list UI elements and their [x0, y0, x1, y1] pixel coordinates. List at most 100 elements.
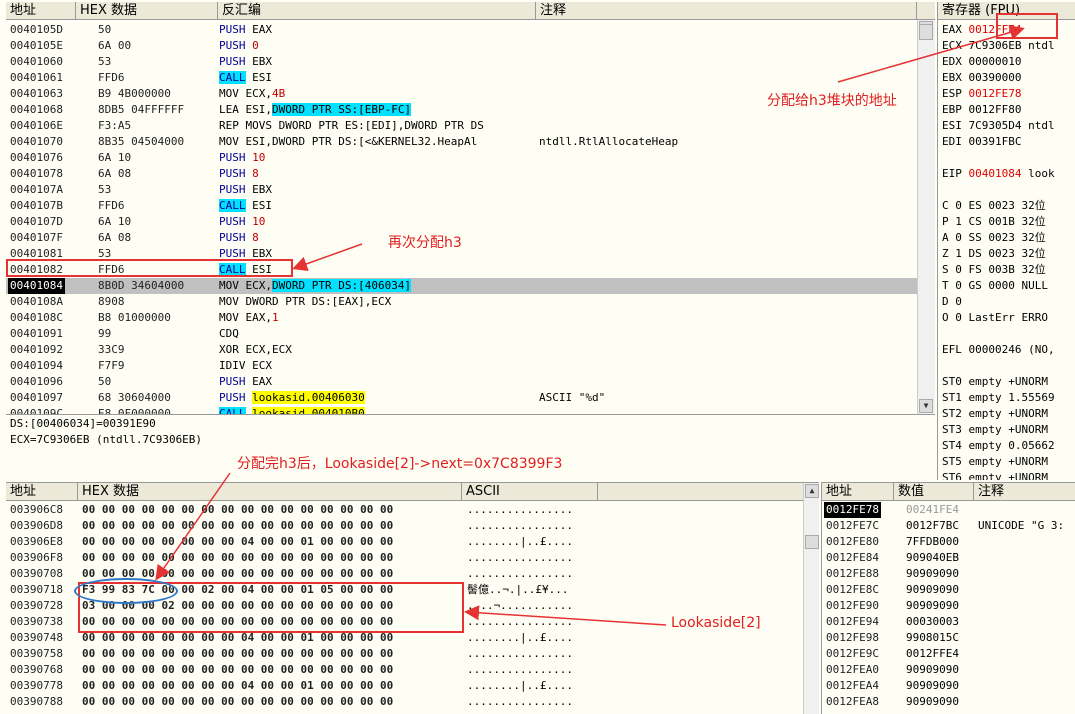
dump-col-hex[interactable]: HEX 数据	[78, 483, 462, 501]
register-line[interactable]: EIP 00401084 look	[942, 166, 1055, 182]
dump-scroll-thumb[interactable]	[805, 535, 819, 549]
disasm-instruction: PUSH 10	[219, 150, 537, 166]
dump-col-ascii[interactable]: ASCII	[462, 483, 598, 501]
register-line[interactable]: ST5 empty +UNORM	[942, 454, 1048, 470]
disasm-row[interactable]: 00401076 6A 10 PUSH 10	[6, 150, 917, 166]
register-line[interactable]: EDI 00391FBC	[942, 134, 1021, 150]
disasm-hex: 6A 10	[98, 215, 132, 228]
register-line[interactable]: C 0 ES 0023 32位	[942, 198, 1046, 214]
instruction-part: PUSH	[219, 375, 246, 388]
register-line[interactable]: D 0	[942, 294, 962, 310]
col-disasm-header[interactable]: 反汇编	[218, 2, 536, 20]
register-line[interactable]: A 0 SS 0023 32位	[942, 230, 1046, 246]
dump-row[interactable]: 003906D8 00 00 00 00 00 00 00 00 00 00 00…	[6, 518, 801, 534]
dump-row[interactable]: 00390778 00 00 00 00 00 00 00 00 04 00 00…	[6, 678, 801, 694]
register-line[interactable]: EBX 00390000	[942, 70, 1021, 86]
instruction-part: MOV ESI,DWORD PTR DS:[<&KERNEL32.HeapAl	[219, 135, 478, 148]
register-line[interactable]: ECX 7C9306EB ntdl	[942, 38, 1055, 54]
stack-row[interactable]: 0012FE8C 90909090	[822, 582, 1075, 598]
disasm-row[interactable]: 00401097 68 30604000 PUSH lookasid.0040603…	[6, 390, 917, 406]
register-line[interactable]: O 0 LastErr ERRO	[942, 310, 1048, 326]
disasm-row[interactable]: 0040107B FFD6 CALL ESI	[6, 198, 917, 214]
stack-row[interactable]: 0012FEA4 90909090	[822, 678, 1075, 694]
dump-scroll-up-icon[interactable]: ▲	[805, 484, 819, 498]
stack-row[interactable]: 0012FE80 7FFDB000	[822, 534, 1075, 550]
disasm-row[interactable]: 00401096 50 PUSH EAX	[6, 374, 917, 390]
register-name: O 0	[942, 311, 969, 324]
disasm-hex: 50	[98, 375, 112, 388]
disasm-row[interactable]: 0040108A 8908 MOV DWORD PTR DS:[EAX],ECX	[6, 294, 917, 310]
stack-row[interactable]: 0012FE78 00241FE4	[822, 502, 1075, 518]
register-name: EIP	[942, 167, 969, 180]
disasm-header: 地址 HEX 数据 反汇编 注释	[6, 2, 935, 20]
register-name: S 0	[942, 263, 969, 276]
disasm-row[interactable]: 0040107A 53 PUSH EBX	[6, 182, 917, 198]
disasm-scrollbar[interactable]: ▲ ▼	[917, 20, 935, 414]
dump-scrollbar[interactable]: ▲	[803, 483, 819, 714]
dump-row[interactable]: 00390758 00 00 00 00 00 00 00 00 00 00 00…	[6, 646, 801, 662]
dump-row[interactable]: 003906C8 00 00 00 00 00 00 00 00 00 00 00…	[6, 502, 801, 518]
dump-row[interactable]: 00390788 00 00 00 00 00 00 00 00 00 00 00…	[6, 694, 801, 710]
instruction-part: lookasid.00406030	[252, 391, 365, 404]
col-comment-header[interactable]: 注释	[536, 2, 917, 20]
scroll-down-icon[interactable]: ▼	[919, 399, 933, 413]
dump-address: 00390768	[10, 663, 63, 676]
dump-row[interactable]: 003906F8 00 00 00 00 00 00 00 00 00 00 00…	[6, 550, 801, 566]
stack-col-value[interactable]: 数值	[894, 483, 974, 501]
disasm-row[interactable]: 00401078 6A 08 PUSH 8	[6, 166, 917, 182]
register-line[interactable]: EBP 0012FF80	[942, 102, 1021, 118]
instruction-part: MOV EAX,	[219, 311, 272, 324]
stack-row[interactable]: 0012FE88 90909090	[822, 566, 1075, 582]
scroll-thumb[interactable]	[919, 24, 933, 40]
disasm-row[interactable]: 00401070 8B35 04504000 MOV ESI,DWORD PTR D…	[6, 134, 917, 150]
disasm-row[interactable]: 0040109C E8 0F000000 CALL lookasid.004010B…	[6, 406, 917, 414]
register-line[interactable]: ST4 empty 0.05662	[942, 438, 1055, 454]
col-address-header[interactable]: 地址	[6, 2, 76, 20]
disasm-row[interactable]: 00401061 FFD6 CALL ESI	[6, 70, 917, 86]
disasm-row[interactable]: 00401092 33C9 XOR ECX,ECX	[6, 342, 917, 358]
disasm-row[interactable]: 0040108C B8 01000000 MOV EAX,1	[6, 310, 917, 326]
register-line[interactable]: EDX 00000010	[942, 54, 1021, 70]
stack-row[interactable]: 0012FE98 9908015C	[822, 630, 1075, 646]
disasm-panel: 地址 HEX 数据 反汇编 注释 0040105D 50 PUSH EAX 00401…	[6, 2, 935, 414]
stack-row[interactable]: 0012FEA0 90909090	[822, 662, 1075, 678]
register-line[interactable]: Z 1 DS 0023 32位	[942, 246, 1046, 262]
stack-row[interactable]: 0012FE94 00030003	[822, 614, 1075, 630]
register-line[interactable]: ST2 empty +UNORM	[942, 406, 1048, 422]
disasm-instruction: PUSH EAX	[219, 22, 537, 38]
disasm-row[interactable]: 0040107D 6A 10 PUSH 10	[6, 214, 917, 230]
register-line[interactable]: ST0 empty +UNORM	[942, 374, 1048, 390]
col-hex-header[interactable]: HEX 数据	[76, 2, 218, 20]
disasm-row[interactable]: 00401060 53 PUSH EBX	[6, 54, 917, 70]
stack-row[interactable]: 0012FEA8 90909090	[822, 694, 1075, 710]
register-line[interactable]: S 0 FS 003B 32位	[942, 262, 1046, 278]
disasm-row[interactable]: 0040105D 50 PUSH EAX	[6, 22, 917, 38]
stack-row[interactable]: 0012FE84 909040EB	[822, 550, 1075, 566]
dump-address: 00390758	[10, 647, 63, 660]
register-line[interactable]: ST6 empty +UNORM	[942, 470, 1048, 480]
disasm-hex: FFD6	[98, 199, 125, 212]
dump-row[interactable]: 003906E8 00 00 00 00 00 00 00 00 04 00 00…	[6, 534, 801, 550]
register-name: ST5	[942, 455, 969, 468]
stack-row[interactable]: 0012FE7C 0012F7BC UNICODE "G 3:	[822, 518, 1075, 534]
stack-row[interactable]: 0012FE9C 0012FFE4	[822, 646, 1075, 662]
disasm-row[interactable]: 0040105E 6A 00 PUSH 0	[6, 38, 917, 54]
stack-col-address[interactable]: 地址	[822, 483, 894, 501]
disasm-row[interactable]: 00401091 99 CDQ	[6, 326, 917, 342]
instruction-part: DWORD PTR SS:[EBP-FC]	[271, 103, 412, 116]
disasm-row[interactable]: 0040106E F3:A5 REP MOVS DWORD PTR ES:[EDI]…	[6, 118, 917, 134]
register-line[interactable]: ESP 0012FE78	[942, 86, 1021, 102]
dump-col-address[interactable]: 地址	[6, 483, 78, 501]
stack-col-comment[interactable]: 注释	[974, 483, 1075, 501]
disasm-instruction: CALL ESI	[219, 70, 537, 86]
dump-row[interactable]: 00390768 00 00 00 00 00 00 00 00 00 00 00…	[6, 662, 801, 678]
disasm-row[interactable]: 00401094 F7F9 IDIV ECX	[6, 358, 917, 374]
register-line[interactable]: P 1 CS 001B 32位	[942, 214, 1046, 230]
register-line[interactable]: ESI 7C9305D4 ntdl	[942, 118, 1055, 134]
register-line[interactable]: ST1 empty 1.55569	[942, 390, 1055, 406]
register-line[interactable]: ST3 empty +UNORM	[942, 422, 1048, 438]
register-line[interactable]: EFL 00000246 (NO,	[942, 342, 1055, 358]
stack-row[interactable]: 0012FE90 90909090	[822, 598, 1075, 614]
disasm-row[interactable]: 00401084 8B0D 34604000 MOV ECX,DWORD PTR D…	[6, 278, 917, 294]
register-line[interactable]: T 0 GS 0000 NULL	[942, 278, 1048, 294]
